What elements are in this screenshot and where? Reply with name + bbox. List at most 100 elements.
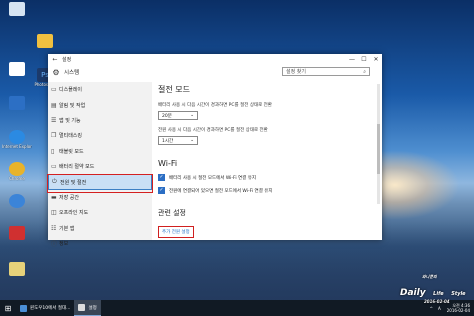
sidebar-item-label: 디스플레이	[59, 87, 83, 94]
sidebar-item-label: 정보	[59, 241, 69, 248]
app-icon	[9, 62, 25, 76]
back-arrow-icon[interactable]: ←	[48, 56, 62, 63]
plugged-sleep-label: 전원 사용 시 다음 시간이 경과하면 PC를 절전 상태로 전환	[158, 128, 268, 133]
chrome-icon	[9, 162, 25, 176]
plugged-sleep-value: 1시간	[162, 138, 174, 144]
scrollbar-thumb[interactable]	[377, 124, 380, 174]
battery-sleep-value: 20분	[162, 113, 172, 119]
plugged-sleep-dropdown[interactable]: 1시간 ⌄	[158, 136, 198, 145]
file-icon	[9, 262, 25, 276]
settings-window: ← 설정 — ☐ ✕ ⚙ 시스템 설정 찾기 ⌕ ▭ 디스플레이 ▤ 알림 및 작업…	[48, 54, 382, 248]
sidebar-item-display[interactable]: ▭ 디스플레이	[48, 82, 152, 97]
checkbox-checked-icon[interactable]: ✓	[158, 187, 165, 194]
maximize-button[interactable]: ☐	[358, 56, 370, 63]
sidebar-item-notifications[interactable]: ▤ 알림 및 작업	[48, 97, 152, 112]
multitasking-icon: ❐	[51, 132, 57, 140]
watermark-life-text: Life	[433, 291, 444, 297]
sidebar-item-label: 멀티태스킹	[59, 133, 83, 140]
system-tray: ^ A 오전 4:36 2016-02-04	[425, 303, 474, 313]
sidebar-item-multitasking[interactable]: ❐ 멀티태스킹	[48, 128, 152, 143]
internet-explorer-icon	[9, 130, 25, 144]
default-apps-icon: ☷	[51, 224, 57, 232]
folder-icon	[37, 34, 53, 48]
watermark-style-text: Style	[451, 291, 466, 297]
wifi-heading: Wi-Fi	[158, 159, 178, 168]
additional-power-settings-link[interactable]: 추가 전원 설정	[158, 226, 194, 238]
info-icon: ⓘ	[51, 241, 58, 249]
map-icon: ◫	[51, 209, 57, 217]
taskbar-app-settings[interactable]: 설정	[74, 300, 101, 316]
recycle-bin-icon	[9, 2, 25, 16]
wifi-plugged-checkbox-label: 전원에 연결되어 있으면 절전 모드에서 Wi-Fi 연결 유지	[169, 188, 273, 194]
desktop-icon-app-2[interactable]	[2, 96, 32, 110]
sidebar-item-battery-saver[interactable]: ▭ 배터리 절약 모드	[48, 159, 152, 174]
input-language-indicator[interactable]: A	[438, 306, 441, 311]
search-placeholder: 설정 찾기	[286, 69, 306, 75]
sidebar-item-label: 알림 및 작업	[59, 102, 86, 109]
sidebar-item-label: 앱 및 기능	[59, 117, 81, 124]
sidebar-item-tablet-mode[interactable]: ▯ 태블릿 모드	[48, 144, 152, 159]
main-content: 절전 모드 배터리 사용 시 다음 시간이 경과하면 PC를 절전 상태로 전환…	[158, 80, 376, 240]
battery-sleep-dropdown[interactable]: 20분 ⌄	[158, 111, 198, 120]
wifi-battery-checkbox-label: 배터리 사용 시 절전 모드에서 Wi-Fi 연결 유지	[169, 175, 256, 181]
sidebar-item-label: 오프라인 지도	[59, 210, 89, 217]
desktop-icon-folder[interactable]	[30, 34, 60, 48]
taskbar-app-label: 윈도우10에서 절대...	[30, 306, 71, 311]
storage-icon: ▬	[51, 193, 57, 201]
taskbar-app-label: 설정	[88, 305, 97, 311]
watermark: 와니쿤의 Daily Life Style 2016-02-04	[400, 274, 466, 304]
app-icon	[9, 226, 25, 240]
battery-icon: ▭	[51, 163, 57, 171]
clock-date: 2016-02-04	[446, 308, 470, 313]
sidebar-item-offline-maps[interactable]: ◫ 오프라인 지도	[48, 205, 152, 220]
wifi-battery-checkbox-row[interactable]: ✓ 배터리 사용 시 절전 모드에서 Wi-Fi 연결 유지	[158, 174, 376, 181]
sidebar-item-label: 저장 공간	[59, 194, 79, 201]
clock[interactable]: 오전 4:36 2016-02-04	[447, 303, 470, 313]
tablet-icon: ▯	[51, 147, 55, 155]
desktop-icon-app-4[interactable]	[2, 226, 32, 240]
wifi-plugged-checkbox-row[interactable]: ✓ 전원에 연결되어 있으면 절전 모드에서 Wi-Fi 연결 유지	[158, 187, 376, 194]
watermark-main-text: Daily	[400, 288, 426, 298]
gear-icon	[78, 304, 86, 311]
app-icon	[9, 194, 25, 208]
taskbar-app-browser[interactable]: 윈도우10에서 절대...	[16, 300, 74, 316]
display-icon: ▭	[51, 86, 57, 94]
watermark-date: 2016-02-04	[424, 299, 450, 304]
desktop-icon-app-3[interactable]	[2, 194, 32, 208]
highlight-box-sidebar	[47, 174, 153, 193]
tray-expand-icon[interactable]: ^	[430, 306, 433, 311]
battery-sleep-label: 배터리 사용 시 다음 시간이 경과하면 PC를 절전 상태로 전환	[158, 103, 272, 108]
watermark-small-text: 와니쿤의	[422, 274, 437, 279]
notifications-icon: ▤	[51, 101, 57, 109]
desktop-icon-file[interactable]	[2, 262, 32, 276]
sidebar-item-label: 태블릿 모드	[59, 148, 84, 155]
sidebar-item-apps[interactable]: ☰ 앱 및 기능	[48, 113, 152, 128]
sidebar: ▭ 디스플레이 ▤ 알림 및 작업 ☰ 앱 및 기능 ❐ 멀티태스킹 ▯ 태블릿 모드 ▭…	[48, 82, 152, 248]
search-icon: ⌕	[363, 68, 366, 75]
minimize-button[interactable]: —	[346, 56, 358, 63]
desktop-icon-chrome[interactable]: Chrome	[2, 162, 32, 181]
apps-icon: ☰	[51, 116, 57, 124]
desktop-icon-app-1[interactable]	[2, 62, 32, 76]
browser-icon	[20, 304, 27, 312]
start-button[interactable]: ⊞	[0, 304, 16, 313]
sidebar-item-label: 기본 앱	[59, 225, 75, 232]
app-icon	[9, 96, 25, 110]
sidebar-item-default-apps[interactable]: ☷ 기본 앱	[48, 221, 152, 236]
desktop-icon-internet-explorer[interactable]: Internet Explorer	[2, 130, 32, 149]
window-title: 설정	[62, 56, 72, 63]
gear-icon: ⚙	[52, 67, 60, 77]
checkbox-checked-icon[interactable]: ✓	[158, 174, 165, 181]
desktop-icon-recycle-bin[interactable]	[2, 2, 32, 16]
page-title: 시스템	[64, 70, 80, 76]
related-settings-heading: 관련 설정	[158, 209, 186, 217]
close-button[interactable]: ✕	[370, 56, 382, 63]
search-input[interactable]: 설정 찾기 ⌕	[282, 67, 370, 76]
sleep-heading: 절전 모드	[158, 85, 190, 94]
title-bar: ← 설정 — ☐ ✕	[48, 54, 382, 64]
chevron-down-icon: ⌄	[190, 138, 194, 143]
scrollbar[interactable]	[377, 84, 380, 204]
chevron-down-icon: ⌄	[190, 113, 194, 118]
sidebar-item-about[interactable]: ⓘ 정보	[48, 236, 152, 251]
sidebar-item-label: 배터리 절약 모드	[59, 164, 95, 171]
